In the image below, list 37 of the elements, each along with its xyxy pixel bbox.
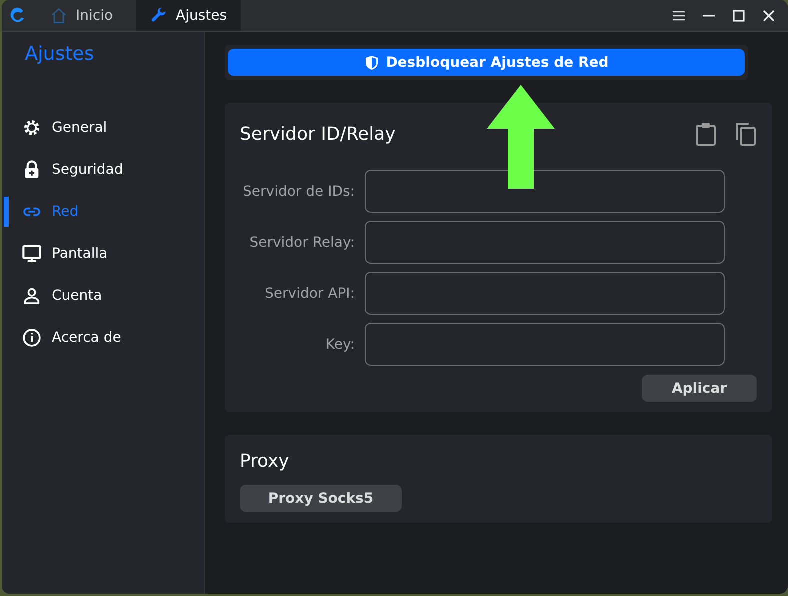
field-label: Servidor Relay: — [248, 234, 355, 250]
proxy-button[interactable]: Proxy Socks5 — [240, 485, 402, 512]
sidebar-item[interactable]: Pantalla — [2, 233, 204, 275]
copy-icon[interactable] — [735, 122, 757, 146]
input-field[interactable] — [365, 323, 725, 366]
unlock-button[interactable]: Desbloquear Ajustes de Red — [228, 49, 745, 76]
card-title: Servidor ID/Relay — [240, 124, 396, 144]
info-icon — [22, 328, 42, 348]
input-field[interactable] — [365, 170, 725, 213]
sidebar-item[interactable]: Red — [2, 191, 204, 233]
logo-icon — [8, 6, 26, 24]
home-icon — [50, 6, 68, 24]
field-label: Servidor de IDs: — [242, 184, 355, 200]
sidebar-item[interactable]: Acerca de — [2, 317, 204, 359]
wrench-icon — [150, 6, 168, 24]
clipboard-icon[interactable] — [695, 122, 717, 146]
card-title: Proxy — [240, 450, 290, 472]
apply-button[interactable]: Aplicar — [642, 375, 757, 402]
field-label: Key: — [324, 336, 355, 352]
menu-icon[interactable] — [672, 8, 686, 22]
sidebar-item[interactable]: Seguridad — [2, 149, 204, 191]
sidebar-item[interactable]: General — [2, 107, 204, 149]
input-field[interactable] — [365, 272, 725, 315]
tab-label: Inicio — [76, 8, 114, 24]
shield-icon — [364, 54, 380, 70]
sidebar-title: Ajustes — [25, 43, 96, 67]
field-label: Servidor API: — [264, 286, 355, 302]
tab-label: Ajustes — [176, 8, 228, 24]
maximize-icon[interactable] — [732, 8, 746, 22]
tab[interactable]: Inicio — [36, 0, 136, 31]
tab[interactable]: Ajustes — [136, 0, 242, 31]
gear-icon — [22, 118, 42, 138]
person-icon — [22, 286, 42, 306]
input-field[interactable] — [365, 221, 725, 264]
sidebar-item[interactable]: Cuenta — [2, 275, 204, 317]
monitor-icon — [22, 244, 42, 264]
close-icon[interactable] — [762, 8, 776, 22]
